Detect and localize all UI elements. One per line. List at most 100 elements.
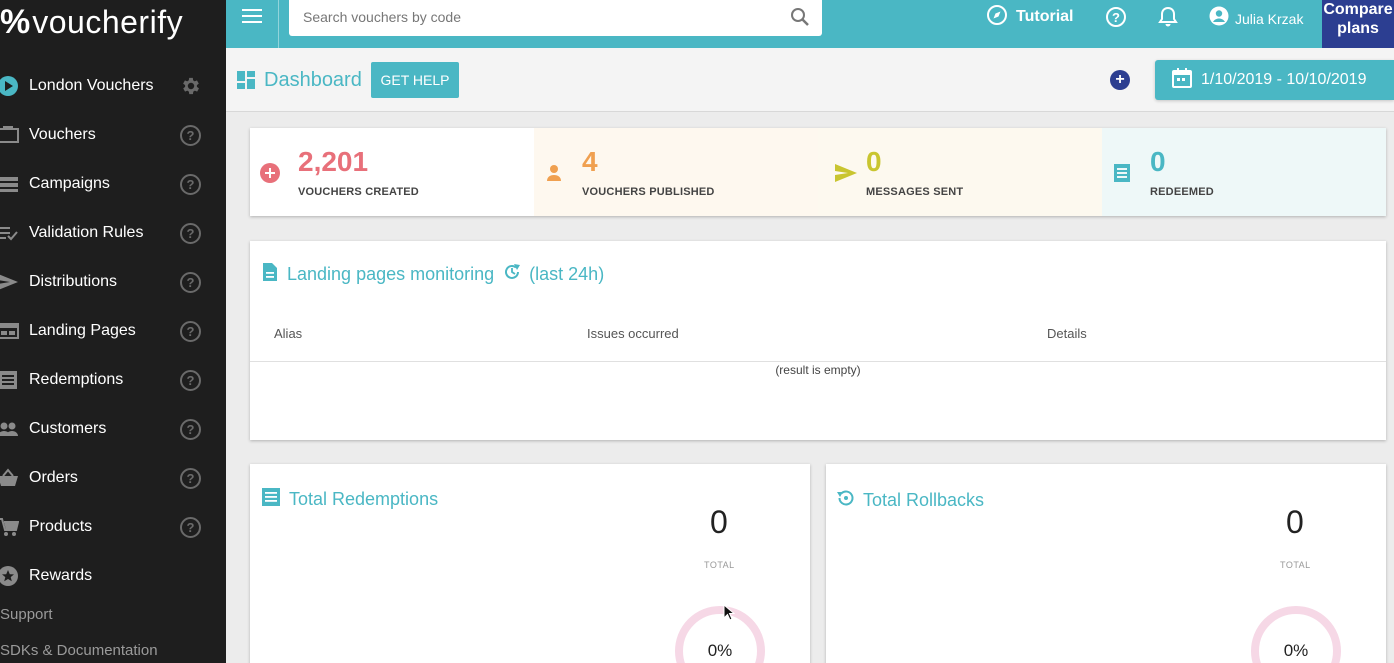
date-range-label: 1/10/2019 - 10/10/2019	[1201, 71, 1367, 88]
help-icon[interactable]: ?	[180, 516, 201, 538]
column-header-alias: Alias	[274, 326, 303, 341]
stat-label: MESSAGES SENT	[866, 186, 964, 198]
sidebar-project-london-vouchers[interactable]: London Vouchers	[0, 66, 226, 106]
bell-icon[interactable]	[1158, 6, 1178, 28]
help-icon[interactable]: ?	[180, 173, 201, 195]
account-circle-icon	[1209, 6, 1229, 31]
total-redemptions-value: 0	[710, 504, 728, 540]
stat-messages-sent: 0 MESSAGES SENT	[818, 128, 1102, 216]
sidebar-link-sdks-documentation[interactable]: SDKs & Documentation	[0, 642, 158, 659]
date-range-picker[interactable]: 1/10/2019 - 10/10/2019	[1155, 60, 1394, 100]
total-rollbacks-donut: 0%	[1251, 606, 1341, 663]
stats-card: 2,201 VOUCHERS CREATED 4 VOUCHERS PUBLIS…	[250, 128, 1386, 216]
total-rollbacks-title-text: Total Rollbacks	[863, 490, 985, 510]
help-icon[interactable]: ?	[180, 369, 201, 391]
top-bar: Tutorial ? Julia Krzak Compare plans	[226, 0, 1394, 48]
logo-mark: %	[0, 3, 31, 41]
stat-value: 2,201	[298, 146, 369, 177]
landing-pages-period: (last 24h)	[529, 264, 605, 284]
total-rollbacks-percent: 0%	[1283, 641, 1309, 660]
send-icon	[0, 270, 20, 294]
logo-text: voucherify	[32, 4, 184, 40]
total-rollbacks-title: Total Rollbacks	[836, 488, 984, 513]
sidebar-item-label: Orders	[29, 469, 78, 486]
stat-value: 0	[1150, 146, 1166, 177]
add-icon[interactable]: +	[1110, 70, 1130, 90]
ticket-icon	[0, 123, 20, 147]
stat-value: 0	[866, 146, 882, 177]
list-icon	[0, 368, 20, 392]
landing-pages-monitoring-card: Landing pages monitoring (last 24h) Alia…	[250, 241, 1386, 440]
search-icon[interactable]	[790, 7, 810, 27]
page-title: Dashboard	[264, 69, 362, 91]
sidebar-item-label: Redemptions	[29, 371, 124, 388]
column-header-issues-occurred: Issues occurred	[587, 326, 679, 341]
receipt-icon	[262, 488, 280, 511]
sidebar-item-distributions[interactable]: Distributions ?	[0, 262, 226, 302]
sidebar-project-label: London Vouchers	[29, 77, 154, 94]
voucherify-logo[interactable]: % voucherify	[0, 2, 183, 42]
campaigns-icon	[0, 172, 20, 196]
total-rollbacks-value: 0	[1286, 504, 1304, 540]
landing-pages-title-text: Landing pages monitoring	[287, 264, 495, 284]
sidebar-item-label: Validation Rules	[29, 224, 144, 241]
sidebar-item-redemptions[interactable]: Redemptions ?	[0, 360, 226, 400]
stat-label: REDEEMED	[1150, 186, 1214, 198]
document-icon	[262, 262, 278, 287]
topbar-divider	[278, 0, 279, 48]
total-redemptions-donut: 0%	[675, 606, 765, 663]
get-help-button[interactable]: GET HELP	[371, 62, 459, 98]
sidebar-item-rewards[interactable]: Rewards	[0, 556, 226, 596]
total-redemptions-caption: TOTAL	[704, 560, 735, 570]
receipt-icon	[1112, 163, 1132, 183]
sidebar-item-landing-pages[interactable]: Landing Pages ?	[0, 311, 226, 351]
basket-icon	[0, 466, 20, 490]
total-redemptions-card: Total Redemptions 0 TOTAL 0%	[250, 464, 810, 663]
gear-icon[interactable]	[180, 75, 202, 97]
hamburger-menu-icon[interactable]	[242, 9, 262, 25]
stat-label: VOUCHERS PUBLISHED	[582, 186, 715, 198]
stat-label: VOUCHERS CREATED	[298, 186, 419, 198]
sidebar-item-label: Vouchers	[29, 126, 96, 143]
search-input[interactable]	[289, 0, 769, 34]
help-icon[interactable]: ?	[180, 467, 201, 489]
calendar-icon	[1172, 67, 1192, 93]
help-icon[interactable]: ?	[180, 271, 201, 293]
help-icon[interactable]: ?	[180, 124, 201, 146]
send-icon	[834, 163, 857, 183]
tutorial-label: Tutorial	[1016, 8, 1074, 25]
compare-plans-button[interactable]: Compare plans	[1322, 0, 1394, 48]
sidebar-item-validation-rules[interactable]: Validation Rules ?	[0, 213, 226, 253]
stat-redeemed: 0 REDEEMED	[1102, 128, 1386, 216]
empty-result-message: (result is empty)	[775, 363, 861, 377]
history-icon	[836, 488, 856, 513]
refresh-icon[interactable]	[502, 262, 522, 287]
help-icon[interactable]: ?	[180, 320, 201, 342]
help-icon[interactable]: ?	[180, 418, 201, 440]
user-menu[interactable]: Julia Krzak	[1209, 6, 1303, 31]
sidebar-item-label: Customers	[29, 420, 107, 437]
checklist-icon	[0, 221, 20, 245]
help-icon[interactable]: ?	[180, 222, 201, 244]
sidebar-link-support[interactable]: Support	[0, 606, 53, 623]
dashboard-icon	[237, 71, 255, 89]
people-icon	[0, 417, 20, 441]
compass-icon	[986, 4, 1008, 31]
landing-pages-title: Landing pages monitoring (last 24h)	[262, 262, 604, 287]
sidebar-item-products[interactable]: Products ?	[0, 507, 226, 547]
compare-plans-line1: Compare	[1323, 1, 1393, 18]
stat-value: 4	[582, 146, 598, 177]
sidebar-item-label: Distributions	[29, 273, 118, 290]
sidebar-item-orders[interactable]: Orders ?	[0, 458, 226, 498]
tutorial-button[interactable]: Tutorial	[986, 4, 1074, 31]
sidebar-item-campaigns[interactable]: Campaigns ?	[0, 164, 226, 204]
total-redemptions-title: Total Redemptions	[262, 488, 438, 511]
add-circle-icon	[260, 163, 280, 183]
mouse-cursor-icon	[723, 603, 736, 622]
help-icon[interactable]: ?	[1106, 7, 1126, 27]
sidebar-item-vouchers[interactable]: Vouchers ?	[0, 115, 226, 155]
total-rollbacks-caption: TOTAL	[1280, 560, 1311, 570]
page-header: Dashboard GET HELP + 1/10/2019 - 10/10/2…	[226, 48, 1394, 112]
sidebar-item-customers[interactable]: Customers ?	[0, 409, 226, 449]
total-redemptions-percent: 0%	[707, 641, 733, 660]
